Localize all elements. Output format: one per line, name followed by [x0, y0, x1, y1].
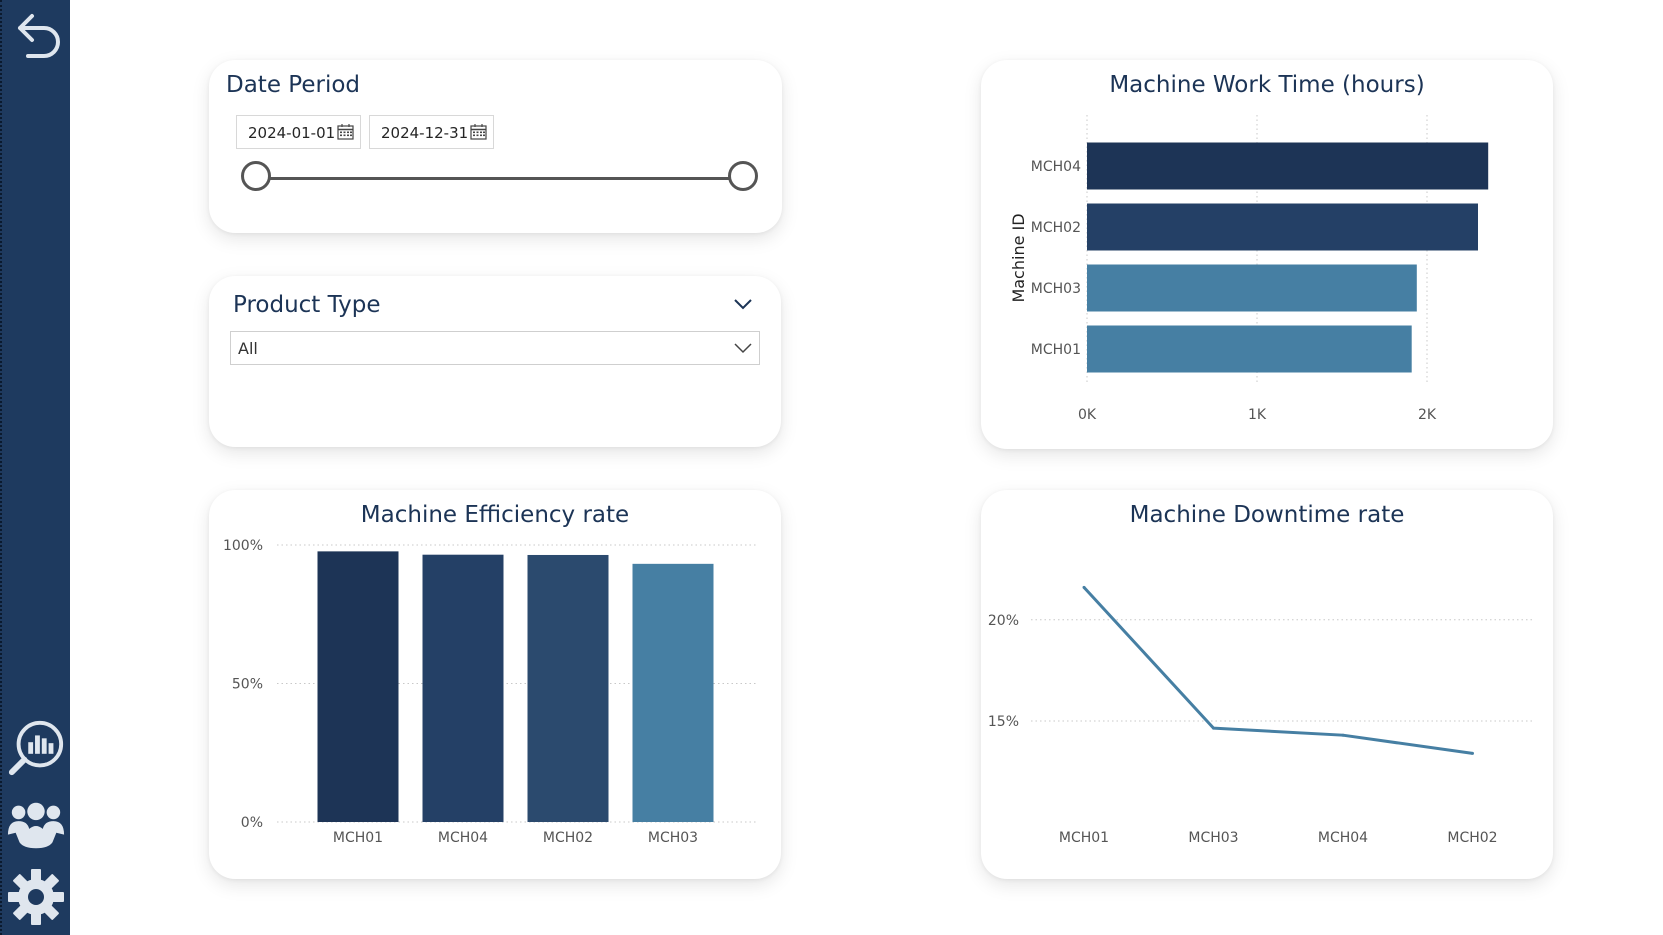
date-range-track[interactable] — [257, 177, 747, 180]
date-range-end-handle[interactable] — [728, 161, 758, 191]
efficiency-chart: 0% 50% 100% MCH01 MCH04 MCH02 MCH03 — [223, 538, 757, 846]
sidebar — [0, 0, 70, 935]
bar — [527, 554, 609, 822]
y-tick-label: 0% — [241, 815, 263, 831]
product-type-card: Product Type All — [209, 276, 781, 447]
back-button[interactable] — [6, 4, 66, 64]
downtime-card: Machine Downtime rate 15% 20% MCH01 MCH03 MC… — [981, 490, 1553, 879]
x-tick-label: MCH01 — [333, 830, 383, 846]
data-point — [1212, 726, 1215, 730]
downtime-chart: 15% 20% MCH01 MCH03 MCH04 MCH02 — [988, 585, 1533, 846]
start-date-value: 2024-01-01 — [248, 124, 336, 142]
bar — [317, 551, 399, 822]
bar — [1087, 142, 1489, 190]
work-time-chart: 0K 1K 2K MCH04 MCH02 MCH03 MCH01 Machine ID — [1009, 115, 1489, 423]
y-tick-label: 100% — [223, 538, 263, 554]
date-range-start-handle[interactable] — [241, 161, 271, 191]
y-tick-label: 20% — [988, 613, 1019, 629]
x-tick-label: 0K — [1078, 407, 1097, 423]
start-date-input[interactable]: 2024-01-01 — [236, 115, 361, 149]
x-tick-label: MCH04 — [438, 830, 488, 846]
bar — [1087, 203, 1478, 251]
efficiency-card: Machine Efficiency rate 0% 50% 100% MCH01 MC… — [209, 490, 781, 879]
date-period-card: Date Period 2024-01-01 2024-12-31 — [209, 60, 782, 233]
team-button[interactable] — [6, 795, 66, 855]
bar — [422, 554, 504, 822]
y-tick-label: 50% — [232, 677, 263, 693]
x-tick-label: MCH01 — [1059, 830, 1109, 846]
x-tick-label: MCH03 — [648, 830, 698, 846]
data-point — [1082, 585, 1086, 589]
calendar-icon[interactable] — [470, 124, 487, 140]
analytics-search-icon — [8, 720, 64, 776]
product-type-selected: All — [238, 339, 258, 358]
x-tick-label: 2K — [1418, 407, 1437, 423]
end-date-input[interactable]: 2024-12-31 — [369, 115, 494, 149]
y-axis-label: Machine ID — [1009, 213, 1028, 302]
x-tick-label: MCH02 — [1447, 830, 1497, 846]
bar — [1087, 325, 1412, 373]
data-point — [1341, 733, 1345, 737]
gear-icon — [8, 869, 64, 925]
y-tick-label: MCH01 — [1031, 342, 1081, 358]
y-tick-label: MCH04 — [1031, 159, 1081, 175]
y-tick-label: 15% — [988, 714, 1019, 730]
x-tick-label: MCH04 — [1318, 830, 1368, 846]
x-tick-label: MCH03 — [1188, 830, 1238, 846]
downtime-line — [1082, 586, 1473, 755]
analytics-button[interactable] — [6, 718, 66, 778]
settings-button[interactable] — [6, 867, 66, 927]
calendar-icon[interactable] — [337, 124, 354, 140]
product-type-title: Product Type — [233, 292, 381, 318]
bar — [1087, 264, 1417, 312]
data-point — [1471, 751, 1474, 755]
end-date-value: 2024-12-31 — [381, 124, 469, 142]
y-tick-label: MCH03 — [1031, 281, 1081, 297]
y-tick-label: MCH02 — [1031, 220, 1081, 236]
bar — [632, 563, 714, 822]
x-tick-label: 1K — [1248, 407, 1267, 423]
x-tick-label: MCH02 — [543, 830, 593, 846]
chevron-down-icon[interactable] — [733, 298, 753, 310]
team-icon — [7, 802, 65, 849]
product-type-dropdown[interactable]: All — [230, 331, 760, 365]
back-arrow-icon — [18, 14, 60, 58]
work-time-card: Machine Work Time (hours) 0K 1K 2K MCH04 MCH… — [981, 60, 1553, 449]
chevron-down-icon — [734, 343, 752, 354]
date-period-title: Date Period — [226, 72, 361, 98]
